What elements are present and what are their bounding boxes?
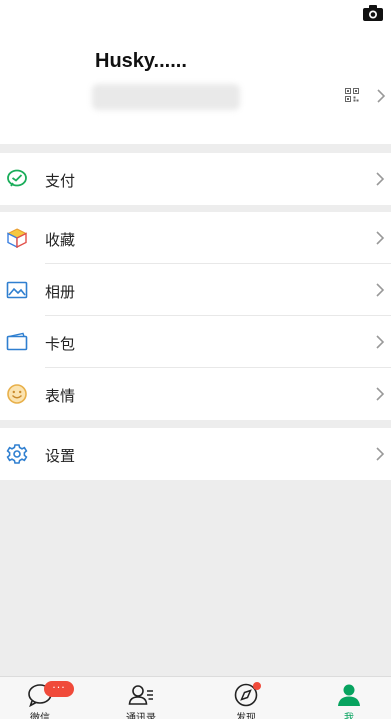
menu-item-album[interactable]: 相册 [0,264,391,316]
wallet-icon [6,332,28,351]
chevron-right-icon [376,231,385,245]
profile-name: Husky...... [95,50,187,72]
menu-section: 收藏 相册 卡包 表情 [0,212,391,420]
notification-dot [253,682,261,690]
tab-label: 发现 [236,713,256,719]
chevron-right-icon [376,335,385,349]
chevron-right-icon [376,172,385,186]
menu-item-label: 设置 [45,447,76,465]
menu-item-label: 相册 [45,283,76,301]
tab-label: 微信 [30,713,50,719]
profile-header[interactable]: Husky...... [0,0,391,144]
menu-item-label: 支付 [45,172,76,190]
tab-label: 通讯录 [126,713,156,719]
qr-code-icon[interactable] [345,88,359,102]
tab-contacts[interactable]: 通讯录 [101,677,181,719]
tab-discover[interactable]: 发现 [206,677,286,719]
camera-icon[interactable] [362,4,384,22]
menu-item-settings[interactable]: 设置 [0,428,391,480]
menu-item-label: 卡包 [45,335,76,353]
tab-me[interactable]: 我 [309,677,389,719]
person-icon [338,684,360,706]
settings-section: 设置 [0,428,391,480]
chevron-right-icon [376,447,385,461]
wechat-id-blurred [92,84,240,110]
tab-chats[interactable]: ··· 微信 [0,677,80,719]
contacts-icon [128,685,153,705]
gear-icon [6,444,28,464]
menu-item-label: 表情 [45,387,76,405]
cube-icon [6,228,28,248]
chevron-right-icon [377,89,386,103]
pay-section: 支付 [0,153,391,205]
me-page: Husky...... 支付 收藏 相册 卡包 表情 设置 ··· 微信 通讯录… [0,0,391,719]
menu-item-label: 收藏 [45,231,76,249]
unread-badge: ··· [44,681,74,697]
tab-label: 我 [344,713,354,719]
image-icon [6,281,28,299]
menu-item-pay[interactable]: 支付 [0,153,391,205]
menu-item-stickers[interactable]: 表情 [0,368,391,420]
bottom-tab-bar: ··· 微信 通讯录 发现 我 [0,676,391,719]
chevron-right-icon [376,387,385,401]
menu-item-cards[interactable]: 卡包 [0,316,391,368]
smile-icon [7,384,27,404]
wechat-pay-icon [7,169,27,187]
chevron-right-icon [376,283,385,297]
menu-item-favorites[interactable]: 收藏 [0,212,391,264]
